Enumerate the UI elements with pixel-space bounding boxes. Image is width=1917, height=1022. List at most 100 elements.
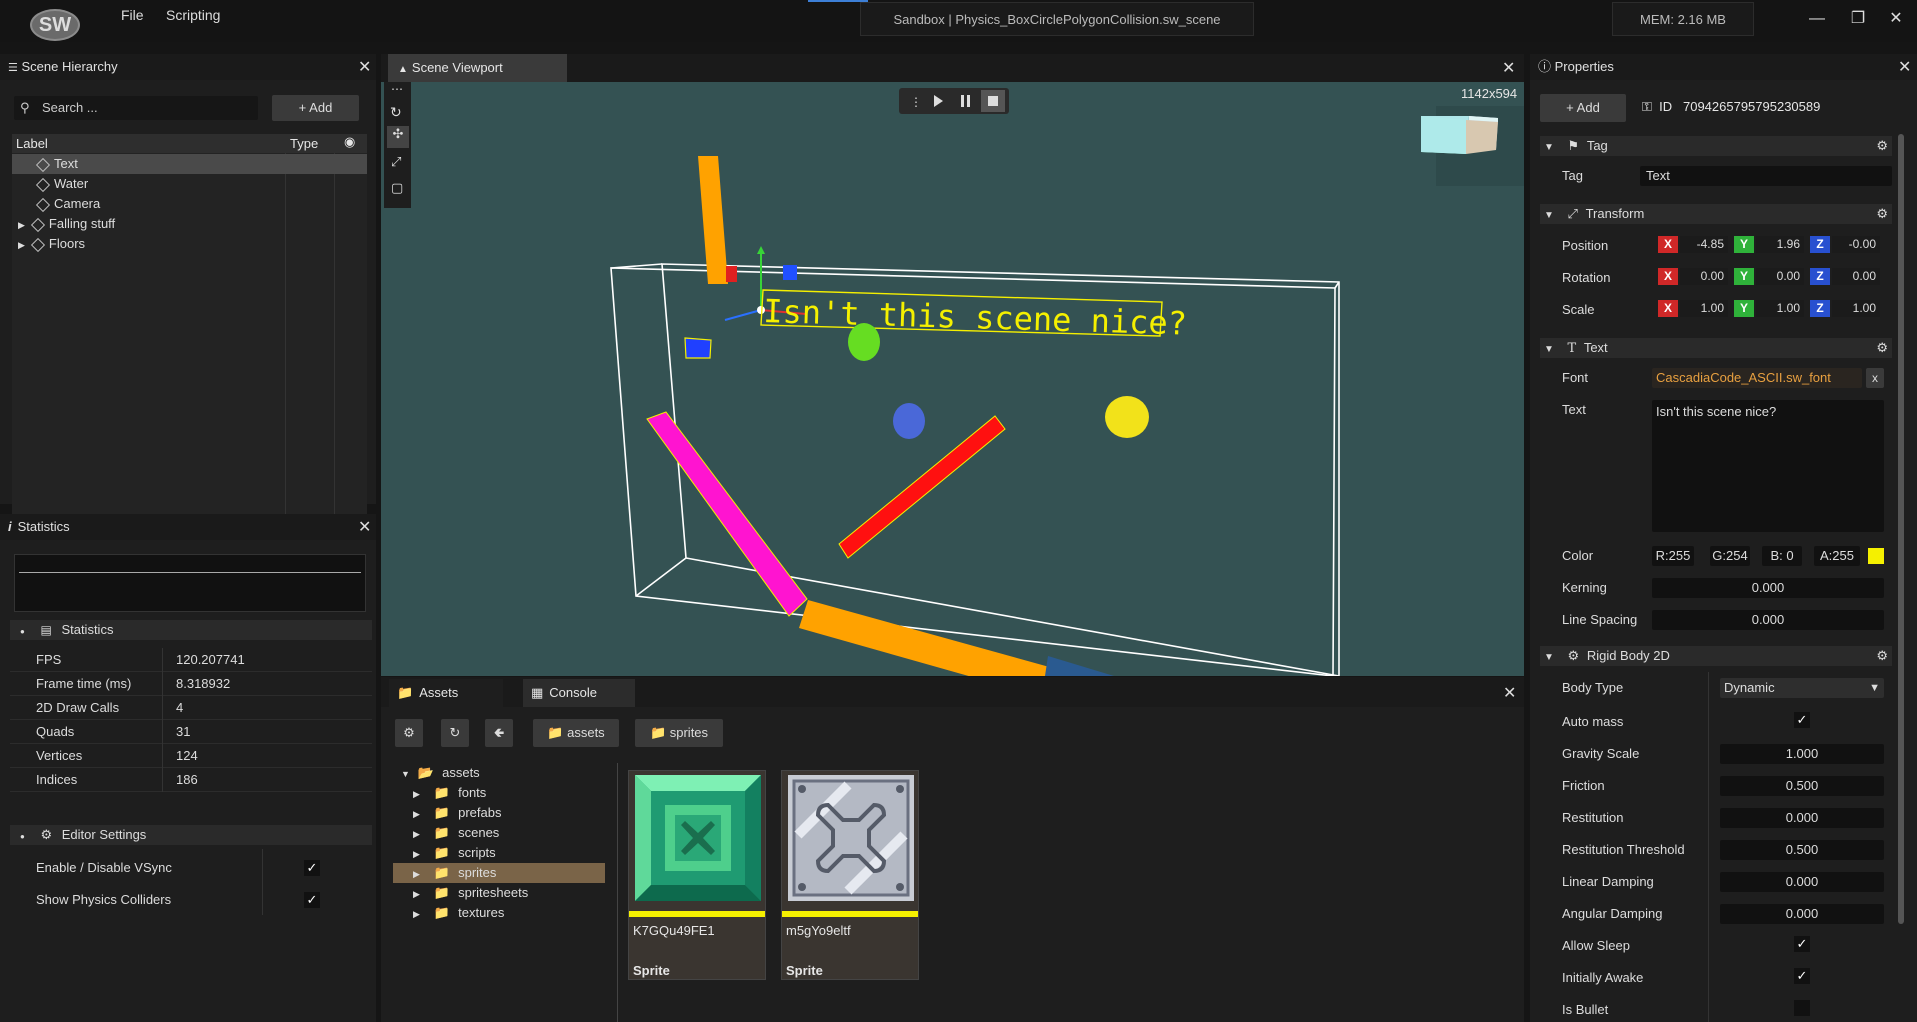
tag-section-header[interactable]: ▼ ⚑ Tag ⚙ — [1540, 136, 1892, 156]
color-swatch[interactable] — [1868, 548, 1884, 564]
folder-item[interactable]: ▶ 📁 scripts — [393, 843, 605, 863]
hierarchy-item-text[interactable]: Text — [12, 154, 367, 174]
move-gizmo-icon[interactable]: ✣ — [387, 126, 409, 148]
hierarchy-item-floors[interactable]: ▶ Floors — [12, 234, 367, 254]
component-settings-icon[interactable]: ⚙ — [1876, 136, 1888, 156]
close-statistics-icon[interactable]: ✕ — [358, 517, 371, 537]
view-cube[interactable] — [1421, 106, 1524, 186]
clear-font-button[interactable]: x — [1866, 368, 1884, 388]
maximize-icon[interactable]: ❐ — [1847, 8, 1869, 30]
tab-assets[interactable]: 📁 Assets — [389, 679, 503, 707]
component-settings-icon[interactable]: ⚙ — [1876, 646, 1888, 666]
scene-viewport[interactable]: Isn't this scene nice? 1142x594 ⋮ — [381, 82, 1524, 676]
hierarchy-item-water[interactable]: Water — [12, 174, 367, 194]
pause-icon[interactable] — [961, 95, 964, 107]
expand-arrow-icon[interactable]: ▶ — [413, 849, 420, 859]
component-settings-icon[interactable]: ⚙ — [1876, 204, 1888, 224]
folder-item[interactable]: ▶ 📁 spritesheets — [393, 883, 605, 903]
asset-card[interactable]: K7GQu49FE1 Sprite — [628, 770, 766, 980]
rigidbody-value-field[interactable]: 0.500 — [1720, 840, 1884, 860]
text-section-header[interactable]: ▼ T Text ⚙ — [1540, 338, 1892, 358]
x-value-field[interactable]: 0.00 — [1680, 268, 1728, 285]
expand-arrow-icon[interactable]: ▶ — [18, 240, 25, 250]
close-properties-icon[interactable]: ✕ — [1898, 57, 1911, 77]
body-type-select[interactable]: Dynamic ▼ — [1720, 678, 1884, 698]
breadcrumb-assets[interactable]: 📁 assets — [533, 719, 619, 747]
kerning-field[interactable]: 0.000 — [1652, 578, 1884, 598]
color-r-field[interactable]: R:255 — [1652, 546, 1694, 566]
y-value-field[interactable]: 1.96 — [1756, 236, 1804, 253]
collapse-arrow-icon[interactable]: ▼ — [401, 769, 410, 779]
expand-arrow-icon[interactable]: ▶ — [413, 889, 420, 899]
x-axis-button[interactable]: X — [1658, 268, 1678, 285]
visibility-eye-icon[interactable]: ◉ — [344, 134, 355, 150]
x-axis-button[interactable]: X — [1658, 300, 1678, 317]
rigidbody-checkbox[interactable] — [1794, 1000, 1810, 1016]
close-hierarchy-icon[interactable]: ✕ — [358, 57, 371, 77]
color-g-field[interactable]: G:254 — [1710, 546, 1750, 566]
color-a-field[interactable]: A:255 — [1814, 546, 1860, 566]
x-value-field[interactable]: -4.85 — [1680, 236, 1728, 253]
asset-card[interactable]: m5gYo9eltf Sprite — [781, 770, 919, 980]
breadcrumb-sprites[interactable]: 📁 sprites — [635, 719, 723, 747]
asset-settings-icon[interactable]: ⚙ — [395, 719, 423, 747]
color-b-field[interactable]: B: 0 — [1762, 546, 1802, 566]
folder-item[interactable]: ▶ 📁 scenes — [393, 823, 605, 843]
transform-section-header[interactable]: ▼ ⤢ Transform ⚙ — [1540, 204, 1892, 224]
hierarchy-item-falling-stuff[interactable]: ▶ Falling stuff — [12, 214, 367, 234]
folder-item[interactable]: ▶ 📁 textures — [393, 903, 605, 923]
line-spacing-field[interactable]: 0.000 — [1652, 610, 1884, 630]
editor-settings-section[interactable]: ● ⚙ Editor Settings — [10, 825, 372, 845]
y-axis-button[interactable]: Y — [1734, 300, 1754, 317]
hierarchy-item-camera[interactable]: Camera — [12, 194, 367, 214]
column-label[interactable]: Label — [16, 136, 48, 151]
menu-scripting[interactable]: Scripting — [166, 7, 220, 23]
close-window-icon[interactable]: ✕ — [1885, 8, 1907, 30]
expand-arrow-icon[interactable]: ▶ — [413, 909, 420, 919]
rect-icon[interactable]: ▢ — [391, 180, 403, 196]
rigidbody-value-field[interactable]: 0.500 — [1720, 776, 1884, 796]
rotate-icon[interactable]: ↻ — [390, 104, 402, 121]
y-axis-button[interactable]: Y — [1734, 268, 1754, 285]
z-value-field[interactable]: 1.00 — [1832, 300, 1880, 317]
rigidbody-checkbox[interactable]: ✓ — [1794, 936, 1810, 952]
back-arrow-icon[interactable]: 🢀 — [485, 719, 513, 747]
expand-arrow-icon[interactable]: ▶ — [413, 809, 420, 819]
y-axis-button[interactable]: Y — [1734, 236, 1754, 253]
expand-arrow-icon[interactable]: ▶ — [413, 789, 420, 799]
text-input[interactable]: Isn't this scene nice? — [1652, 400, 1884, 532]
close-assets-icon[interactable]: ✕ — [1503, 683, 1516, 703]
search-input[interactable]: ⚲ Search ... — [14, 96, 258, 120]
minimize-icon[interactable]: — — [1806, 8, 1828, 30]
z-value-field[interactable]: 0.00 — [1832, 268, 1880, 285]
z-axis-button[interactable]: Z — [1810, 268, 1830, 285]
x-axis-button[interactable]: X — [1658, 236, 1678, 253]
folder-item[interactable]: ▶ 📁 prefabs — [393, 803, 605, 823]
vsync-checkbox[interactable]: ✓ — [304, 860, 320, 876]
statistics-section[interactable]: ● ▤ Statistics — [10, 620, 372, 640]
add-component-button[interactable]: + Add — [1540, 94, 1626, 122]
rigidbody-value-field[interactable]: 0.000 — [1720, 808, 1884, 828]
rigidbody-checkbox[interactable]: ✓ — [1794, 968, 1810, 984]
stop-icon[interactable] — [988, 96, 998, 106]
rigidbody-section-header[interactable]: ▼ ⚙ Rigid Body 2D ⚙ — [1540, 646, 1892, 666]
tab-console[interactable]: ▦ Console — [523, 679, 635, 707]
tag-input[interactable]: Text — [1640, 166, 1892, 186]
rigidbody-value-field[interactable]: 0.000 — [1720, 904, 1884, 924]
folder-item[interactable]: ▶ 📁 sprites — [393, 863, 605, 883]
z-value-field[interactable]: -0.00 — [1832, 236, 1880, 253]
properties-scrollbar[interactable] — [1898, 134, 1904, 924]
expand-arrow-icon[interactable]: ▶ — [413, 869, 420, 879]
y-value-field[interactable]: 0.00 — [1756, 268, 1804, 285]
rigidbody-value-field[interactable]: 1.000 — [1720, 744, 1884, 764]
colliders-checkbox[interactable]: ✓ — [304, 892, 320, 908]
y-value-field[interactable]: 1.00 — [1756, 300, 1804, 317]
close-viewport-icon[interactable]: ✕ — [1502, 58, 1515, 78]
z-axis-button[interactable]: Z — [1810, 300, 1830, 317]
x-value-field[interactable]: 1.00 — [1680, 300, 1728, 317]
add-entity-button[interactable]: + Add — [272, 95, 359, 121]
expand-arrow-icon[interactable]: ▶ — [413, 829, 420, 839]
folder-item[interactable]: ▶ 📁 fonts — [393, 783, 605, 803]
component-settings-icon[interactable]: ⚙ — [1876, 338, 1888, 358]
font-field[interactable]: CascadiaCode_ASCII.sw_font — [1652, 368, 1862, 388]
